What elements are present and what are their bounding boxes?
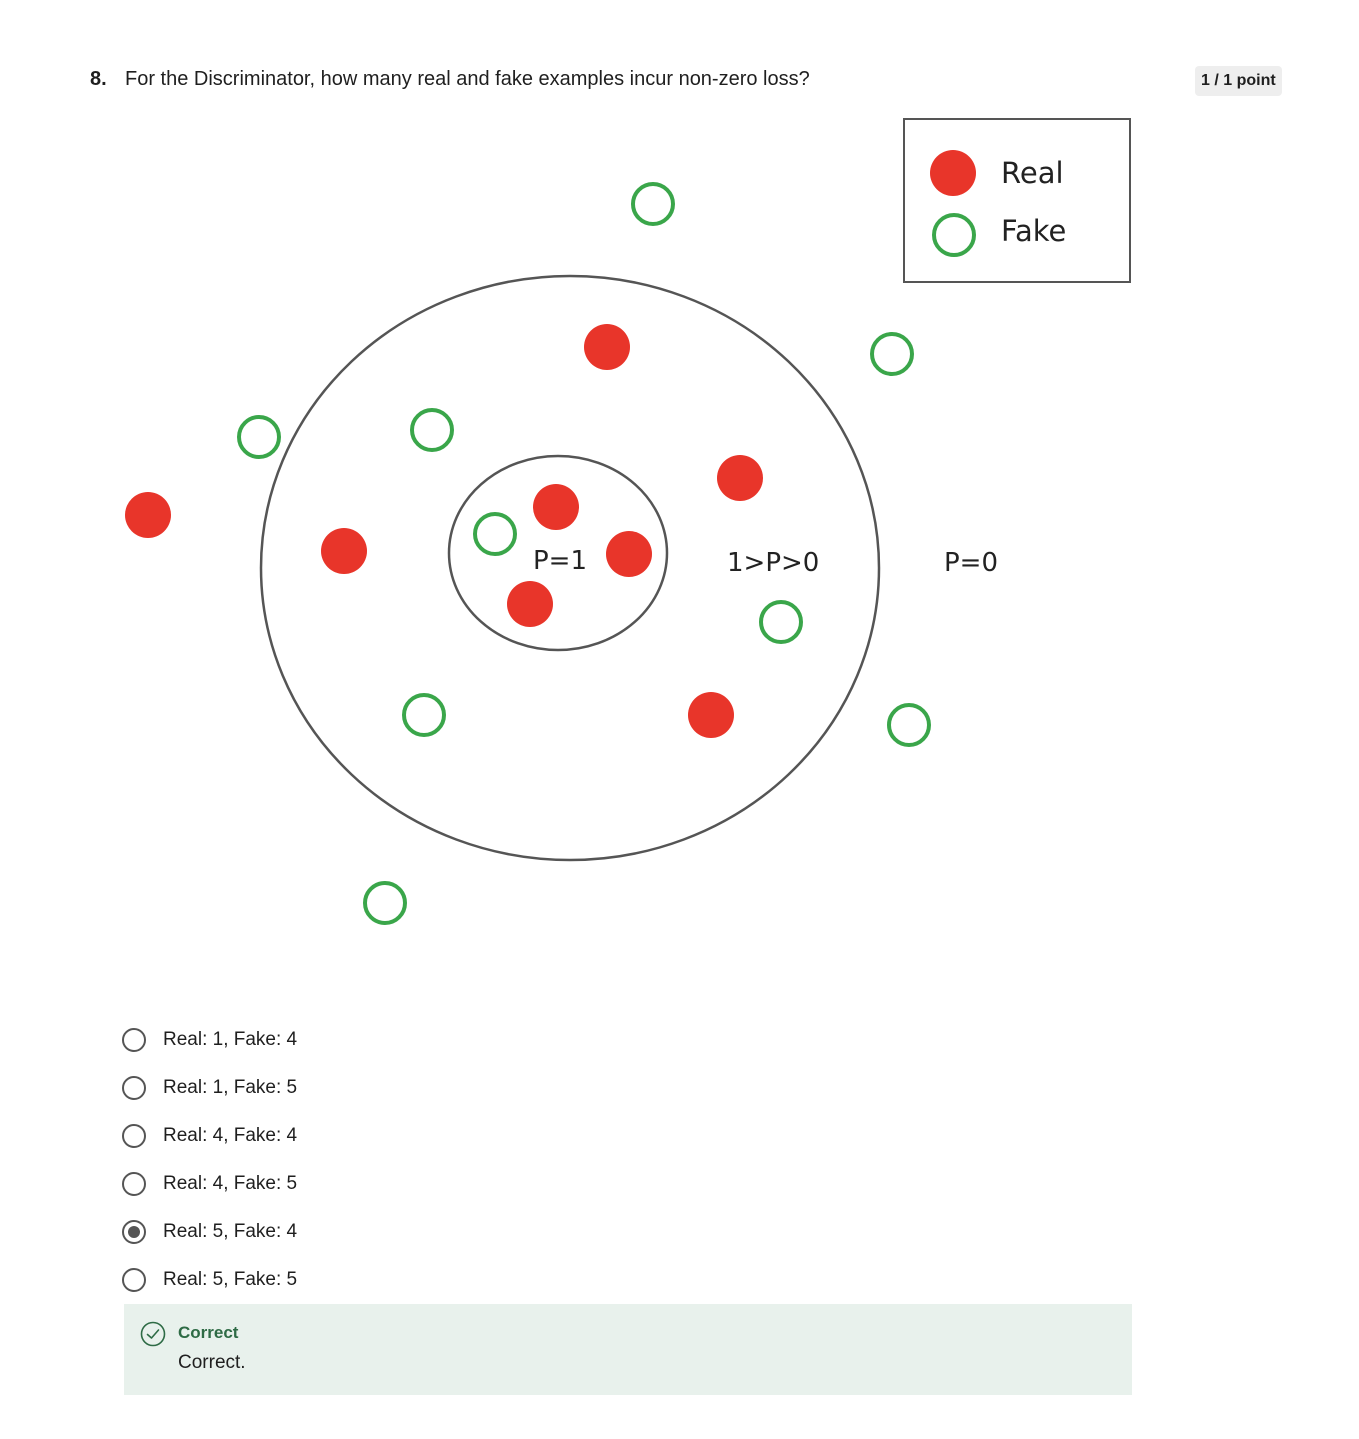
real-point [321,528,367,574]
legend-real-marker [930,150,976,196]
option-label: Real: 1, Fake: 5 [163,1077,298,1098]
fake-point [363,881,407,925]
legend-real-label: Real [1001,156,1064,190]
feedback-panel: Correct Correct. [124,1304,1132,1395]
legend-fake-label: Fake [1001,214,1066,248]
check-circle-icon [140,1321,166,1347]
feedback-message: Correct. [178,1352,246,1373]
answer-option[interactable]: Real: 5, Fake: 5 [122,1256,297,1304]
fake-point [759,600,803,644]
fake-point [402,693,446,737]
discriminator-diagram: Real Fake P=1 1>P>0 P=0 [125,118,1131,925]
real-point [606,531,652,577]
answer-options: Real: 1, Fake: 4 Real: 1, Fake: 5 Real: … [122,1016,297,1304]
feedback-status: Correct [178,1323,239,1342]
option-label: Real: 4, Fake: 4 [163,1125,298,1146]
option-label: Real: 4, Fake: 5 [163,1173,298,1194]
real-point [584,324,630,370]
fake-point [410,408,454,452]
legend-box [903,118,1131,283]
fake-point [887,703,931,747]
real-point [717,455,763,501]
fake-point [237,415,281,459]
radio-button[interactable] [122,1268,146,1292]
option-label: Real: 1, Fake: 4 [163,1029,298,1050]
region-label-middle: 1>P>0 [727,548,819,578]
radio-button-selected[interactable] [122,1220,146,1244]
real-point [125,492,171,538]
real-point [507,581,553,627]
region-label-outer: P=0 [944,548,998,578]
radio-button[interactable] [122,1076,146,1100]
answer-option[interactable]: Real: 1, Fake: 5 [122,1064,297,1112]
answer-option-selected[interactable]: Real: 5, Fake: 4 [122,1208,297,1256]
radio-button[interactable] [122,1124,146,1148]
real-point [688,692,734,738]
answer-option[interactable]: Real: 4, Fake: 5 [122,1160,297,1208]
fake-point [631,182,675,226]
answer-option[interactable]: Real: 4, Fake: 4 [122,1112,297,1160]
fake-point [473,512,517,556]
region-label-inner: P=1 [533,546,587,576]
fake-point [870,332,914,376]
option-label: Real: 5, Fake: 5 [163,1269,298,1290]
answer-option[interactable]: Real: 1, Fake: 4 [122,1016,297,1064]
option-label: Real: 5, Fake: 4 [163,1221,298,1242]
radio-button[interactable] [122,1028,146,1052]
real-point [533,484,579,530]
radio-button[interactable] [122,1172,146,1196]
